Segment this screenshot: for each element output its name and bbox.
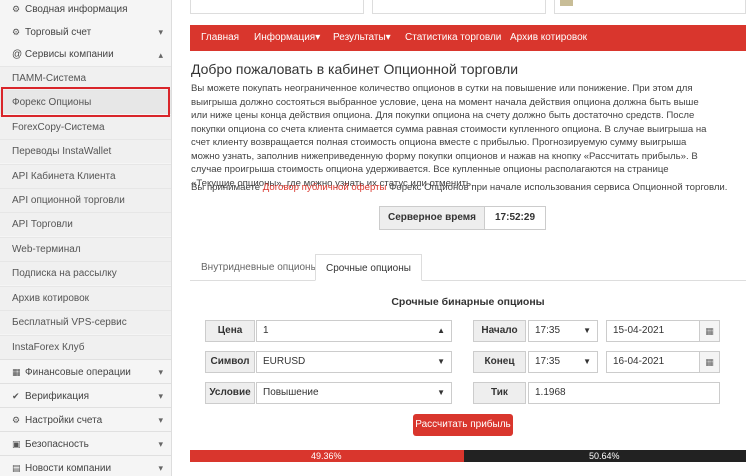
top-card [190, 0, 364, 14]
sidebar-item-forexcopy[interactable]: ForexCopy-Система [0, 115, 171, 139]
sidebar-item-trading-api[interactable]: API Торговли [0, 212, 171, 236]
sidebar-item-label: Торговый счет [25, 27, 92, 38]
top-card [554, 0, 746, 14]
page-title: Добро пожаловать в кабинет Опционной тор… [191, 61, 519, 77]
sidebar-item-label: Сводная информация [25, 4, 128, 15]
lock-icon: ▣ [12, 439, 21, 449]
highlight-box [1, 87, 170, 117]
server-time: Серверное время 17:52:29 [379, 206, 547, 230]
chevron-down-icon: ▾ [158, 367, 163, 377]
nav-results[interactable]: Результаты▾ [333, 25, 391, 51]
sidebar-item-instaforex-club[interactable]: InstaForex Клуб [0, 335, 171, 359]
sidebar-item-label: Верификация [25, 391, 90, 402]
end-label: Конец [473, 351, 526, 373]
calendar-icon[interactable]: ▦ [699, 352, 719, 372]
chevron-down-icon: ▾ [158, 463, 163, 473]
symbol-select[interactable]: EURUSD ▼ [256, 351, 452, 373]
ratio-bar: 49.36% 50.64% [190, 450, 746, 462]
sidebar-item-summary[interactable]: ⚙ Сводная информация [0, 0, 171, 21]
sidebar-item-web-terminal[interactable]: Web-терминал [0, 237, 171, 261]
sidebar-item-security[interactable]: ▣ Безопасность ▾ [0, 431, 171, 455]
news-icon: ▤ [12, 463, 21, 473]
chevron-down-icon: ▼ [437, 357, 445, 366]
tab-term-options[interactable]: Срочные опционы [315, 254, 422, 281]
chevron-down-icon: ▾ [158, 391, 163, 401]
accept-text: Вы принимаете Договор публичной оферты Ф… [191, 182, 728, 193]
start-time-select[interactable]: 17:35 ▼ [528, 320, 598, 342]
sidebar-item-company-services[interactable]: @ Сервисы компании ▴ [0, 43, 171, 67]
price-label: Цена [205, 320, 255, 342]
server-time-label: Серверное время [380, 207, 485, 229]
sidebar-item-label: Новости компании [25, 463, 112, 474]
start-date-input[interactable]: 15-04-2021 ▦ [606, 320, 720, 342]
form-title: Срочные бинарные опционы [391, 296, 545, 308]
offer-agreement-link[interactable]: Договор публичной оферты [263, 182, 387, 193]
server-time-value: 17:52:29 [494, 212, 536, 223]
ratio-left-label: 49.36% [311, 451, 342, 461]
symbol-label: Символ [205, 351, 255, 373]
sidebar-item-client-api[interactable]: API Кабинета Клиента [0, 164, 171, 188]
nav-home[interactable]: Главная [201, 25, 239, 51]
tick-label: Тик [473, 382, 526, 404]
main-nav: Главная Информация▾ Результаты▾ Статисти… [190, 25, 746, 51]
sidebar-item-instawallet[interactable]: Переводы InstaWallet [0, 139, 171, 163]
nav-trading-stats[interactable]: Статистика торговли [405, 25, 501, 51]
sidebar-item-news[interactable]: ▤ Новости компании ▾ [0, 455, 171, 476]
sidebar: ⚙ Сводная информация ⚙ Торговый счет ▾ @ Се… [0, 0, 172, 476]
tick-value: 1.1968 [528, 382, 720, 404]
sidebar-item-label: Финансовые операции [25, 367, 131, 378]
sidebar-item-label: @ Сервисы компании [12, 49, 114, 60]
gear-icon: ⚙ [12, 415, 21, 425]
gear-icon: ⚙ [12, 27, 21, 37]
chevron-down-icon: ▾ [158, 415, 163, 425]
sidebar-item-trading-account[interactable]: ⚙ Торговый счет ▾ [0, 20, 171, 44]
tab-intraday-options[interactable]: Внутридневные опционы [191, 254, 328, 281]
gear-icon: ⚙ [12, 4, 21, 14]
check-icon: ✔ [12, 391, 20, 401]
end-date-input[interactable]: 16-04-2021 ▦ [606, 351, 720, 373]
top-card [372, 0, 546, 14]
avatar [560, 0, 573, 6]
condition-label: Условие [205, 382, 255, 404]
intro-text: Вы можете покупать неограниченное количе… [191, 83, 707, 189]
chevron-down-icon: ▼ [583, 357, 591, 366]
end-time-select[interactable]: 17:35 ▼ [528, 351, 598, 373]
page-bottom [190, 462, 746, 476]
sidebar-item-options-api[interactable]: API опционной торговли [0, 188, 171, 212]
price-input[interactable]: 1 ▲ [256, 320, 452, 342]
chevron-up-icon: ▴ [158, 50, 163, 60]
chevron-down-icon: ▼ [583, 326, 591, 335]
sidebar-item-newsletter[interactable]: Подписка на рассылку [0, 261, 171, 285]
sidebar-item-label: Безопасность [25, 439, 89, 450]
spinner-up-icon[interactable]: ▲ [437, 321, 445, 341]
sidebar-item-verification[interactable]: ✔ Верификация ▾ [0, 383, 171, 407]
nav-info[interactable]: Информация▾ [254, 25, 320, 51]
calendar-icon[interactable]: ▦ [699, 321, 719, 341]
sidebar-item-label: Настройки счета [25, 415, 103, 426]
condition-select[interactable]: Повышение ▼ [256, 382, 452, 404]
start-label: Начало [473, 320, 526, 342]
sidebar-item-quotes-archive[interactable]: Архив котировок [0, 286, 171, 310]
ratio-right-label: 50.64% [589, 451, 620, 461]
finance-icon: ▦ [12, 367, 21, 377]
sidebar-item-account-settings[interactable]: ⚙ Настройки счета ▾ [0, 407, 171, 431]
chevron-down-icon: ▼ [437, 388, 445, 397]
chevron-down-icon: ▾ [158, 27, 163, 37]
sidebar-item-vps[interactable]: Бесплатный VPS-сервис [0, 310, 171, 334]
calculate-profit-button[interactable]: Рассчитать прибыль [413, 414, 513, 436]
chevron-down-icon: ▾ [158, 439, 163, 449]
nav-quotes-archive[interactable]: Архив котировок [510, 25, 587, 51]
screen: ⚙ Сводная информация ⚙ Торговый счет ▾ @ Се… [0, 0, 750, 476]
sidebar-item-finance[interactable]: ▦ Финансовые операции ▾ [0, 359, 171, 383]
